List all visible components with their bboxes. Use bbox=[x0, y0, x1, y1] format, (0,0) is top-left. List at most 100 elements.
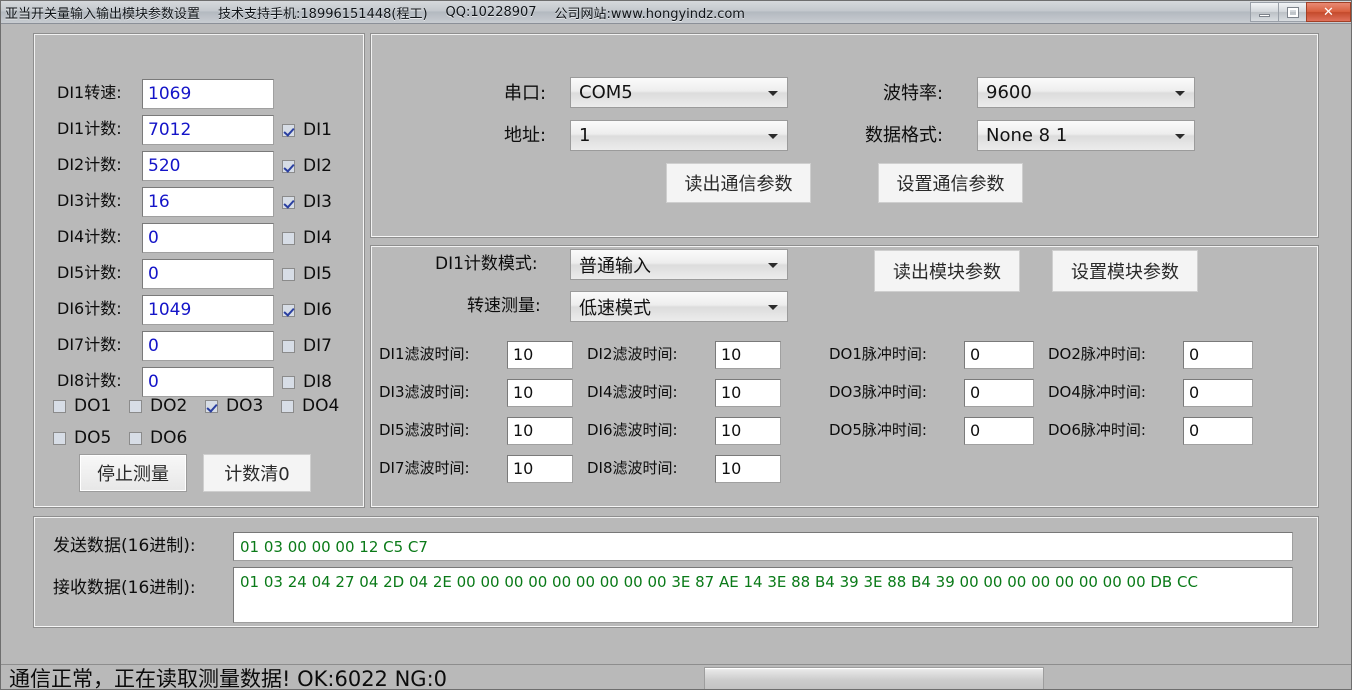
checkbox-do2[interactable] bbox=[129, 399, 142, 413]
client-area: DI1转速: 1069 DI1计数: 7012 DI1 DI2计数: 520 D… bbox=[1, 24, 1351, 664]
label-di4-filter-time: DI4滤波时间: bbox=[587, 383, 678, 401]
input-di5-count[interactable]: 0 bbox=[142, 259, 274, 289]
checkbox-label-di7: DI7 bbox=[303, 336, 332, 356]
clear-count-button[interactable]: 计数清0 bbox=[203, 454, 311, 492]
checkbox-row-do1[interactable]: DO1 bbox=[53, 396, 111, 416]
label-do2-pulse-time: DO2脉冲时间: bbox=[1048, 345, 1146, 363]
label-di6-filter-time: DI6滤波时间: bbox=[587, 421, 678, 439]
title-bar[interactable]: 亚当开关量输入输出模块参数设置 技术支持手机:18996151448(程工) Q… bbox=[1, 1, 1351, 24]
label-address: 地址: bbox=[504, 125, 547, 146]
checkbox-row-do2[interactable]: DO2 bbox=[129, 396, 187, 416]
checkbox-do3[interactable] bbox=[205, 399, 218, 413]
checkbox-row-do3[interactable]: DO3 bbox=[205, 396, 263, 416]
checkbox-row-di2[interactable]: DI2 bbox=[282, 156, 332, 176]
checkbox-label-di4: DI4 bbox=[303, 228, 332, 248]
input-do2-pulse-time[interactable]: 0 bbox=[1183, 341, 1253, 369]
checkbox-do5[interactable] bbox=[53, 431, 66, 445]
checkbox-row-di6[interactable]: DI6 bbox=[282, 300, 332, 320]
maximize-button[interactable] bbox=[1278, 2, 1307, 22]
read-module-params-button[interactable]: 读出模块参数 bbox=[874, 250, 1020, 292]
input-di6-filter-time[interactable]: 10 bbox=[715, 417, 781, 445]
label-di1-speed: DI1转速: bbox=[57, 83, 122, 102]
label-di6-count: DI6计数: bbox=[57, 299, 122, 318]
label-di2-filter-time: DI2滤波时间: bbox=[587, 345, 678, 363]
input-di8-count[interactable]: 0 bbox=[142, 367, 274, 397]
select-speed-measure-mode[interactable]: 低速模式 bbox=[570, 291, 788, 322]
app-window: 亚当开关量输入输出模块参数设置 技术支持手机:18996151448(程工) Q… bbox=[0, 0, 1352, 690]
input-di4-count[interactable]: 0 bbox=[142, 223, 274, 253]
send-data-field[interactable]: 01 03 00 00 00 12 C5 C7 bbox=[233, 532, 1293, 561]
label-do4-pulse-time: DO4脉冲时间: bbox=[1048, 383, 1146, 401]
checkbox-row-di1[interactable]: DI1 bbox=[282, 120, 332, 140]
checkbox-row-di5[interactable]: DI5 bbox=[282, 264, 332, 284]
title-support-phone: 技术支持手机:18996151448(程工) bbox=[218, 6, 428, 22]
checkbox-di4[interactable] bbox=[282, 231, 295, 245]
select-di1-count-mode[interactable]: 普通输入 bbox=[570, 249, 788, 280]
maximize-icon bbox=[1286, 6, 1299, 18]
select-baudrate[interactable]: 9600 bbox=[977, 77, 1195, 108]
minimize-button[interactable] bbox=[1250, 2, 1279, 22]
checkbox-di1[interactable] bbox=[282, 123, 295, 137]
input-do1-pulse-time[interactable]: 0 bbox=[964, 341, 1034, 369]
input-do4-pulse-time[interactable]: 0 bbox=[1183, 379, 1253, 407]
input-di1-speed[interactable]: 1069 bbox=[142, 79, 274, 109]
chevron-down-icon bbox=[1175, 133, 1185, 139]
select-data-format[interactable]: None 8 1 bbox=[977, 120, 1195, 151]
chevron-down-icon bbox=[1175, 90, 1185, 96]
label-do1-pulse-time: DO1脉冲时间: bbox=[829, 345, 927, 363]
select-data-format-value: None 8 1 bbox=[986, 125, 1068, 146]
checkbox-do6[interactable] bbox=[129, 431, 142, 445]
checkbox-row-di3[interactable]: DI3 bbox=[282, 192, 332, 212]
status-message: 通信正常，正在读取测量数据! OK:6022 NG:0 bbox=[9, 667, 448, 690]
input-di1-count[interactable]: 7012 bbox=[142, 115, 274, 145]
checkbox-row-do5[interactable]: DO5 bbox=[53, 428, 111, 448]
input-di1-filter-time[interactable]: 10 bbox=[507, 341, 573, 369]
read-comm-params-button[interactable]: 读出通信参数 bbox=[666, 163, 811, 203]
receive-data-field[interactable]: 01 03 24 04 27 04 2D 04 2E 00 00 00 00 0… bbox=[233, 567, 1293, 623]
input-di2-count[interactable]: 520 bbox=[142, 151, 274, 181]
checkbox-row-di8[interactable]: DI8 bbox=[282, 372, 332, 392]
input-di6-count[interactable]: 1049 bbox=[142, 295, 274, 325]
checkbox-label-di8: DI8 bbox=[303, 372, 332, 392]
input-do6-pulse-time[interactable]: 0 bbox=[1183, 417, 1253, 445]
input-do3-pulse-time[interactable]: 0 bbox=[964, 379, 1034, 407]
select-serial-port-value: COM5 bbox=[579, 82, 633, 103]
checkbox-di2[interactable] bbox=[282, 159, 295, 173]
select-serial-port[interactable]: COM5 bbox=[570, 77, 788, 108]
close-button[interactable]: ✕ bbox=[1306, 2, 1351, 22]
label-di5-count: DI5计数: bbox=[57, 263, 122, 282]
input-di5-filter-time[interactable]: 10 bbox=[507, 417, 573, 445]
label-di3-count: DI3计数: bbox=[57, 191, 122, 210]
checkbox-di7[interactable] bbox=[282, 339, 295, 353]
select-baudrate-value: 9600 bbox=[986, 82, 1032, 103]
input-di3-count[interactable]: 16 bbox=[142, 187, 274, 217]
checkbox-di5[interactable] bbox=[282, 267, 295, 281]
input-di4-filter-time[interactable]: 10 bbox=[715, 379, 781, 407]
checkbox-do4[interactable] bbox=[281, 399, 294, 413]
progress-bar bbox=[704, 667, 1044, 689]
checkbox-do1[interactable] bbox=[53, 399, 66, 413]
label-speed-measure-mode: 转速测量: bbox=[467, 296, 541, 316]
set-comm-params-button[interactable]: 设置通信参数 bbox=[878, 163, 1023, 203]
label-di8-filter-time: DI8滤波时间: bbox=[587, 459, 678, 477]
checkbox-di8[interactable] bbox=[282, 375, 295, 389]
input-do5-pulse-time[interactable]: 0 bbox=[964, 417, 1034, 445]
stop-measure-button[interactable]: 停止测量 bbox=[79, 454, 187, 492]
checkbox-row-di7[interactable]: DI7 bbox=[282, 336, 332, 356]
input-di7-filter-time[interactable]: 10 bbox=[507, 455, 573, 483]
checkbox-di6[interactable] bbox=[282, 303, 295, 317]
input-di8-filter-time[interactable]: 10 bbox=[715, 455, 781, 483]
input-di2-filter-time[interactable]: 10 bbox=[715, 341, 781, 369]
checkbox-label-di5: DI5 bbox=[303, 264, 332, 284]
select-address[interactable]: 1 bbox=[570, 120, 788, 151]
checkbox-row-do6[interactable]: DO6 bbox=[129, 428, 187, 448]
checkbox-row-di4[interactable]: DI4 bbox=[282, 228, 332, 248]
input-di3-filter-time[interactable]: 10 bbox=[507, 379, 573, 407]
label-di4-count: DI4计数: bbox=[57, 227, 122, 246]
input-di7-count[interactable]: 0 bbox=[142, 331, 274, 361]
checkbox-di3[interactable] bbox=[282, 195, 295, 209]
set-module-params-button[interactable]: 设置模块参数 bbox=[1052, 250, 1198, 292]
checkbox-label-do3: DO3 bbox=[226, 396, 264, 416]
checkbox-row-do4[interactable]: DO4 bbox=[281, 396, 339, 416]
checkbox-label-di3: DI3 bbox=[303, 192, 332, 212]
